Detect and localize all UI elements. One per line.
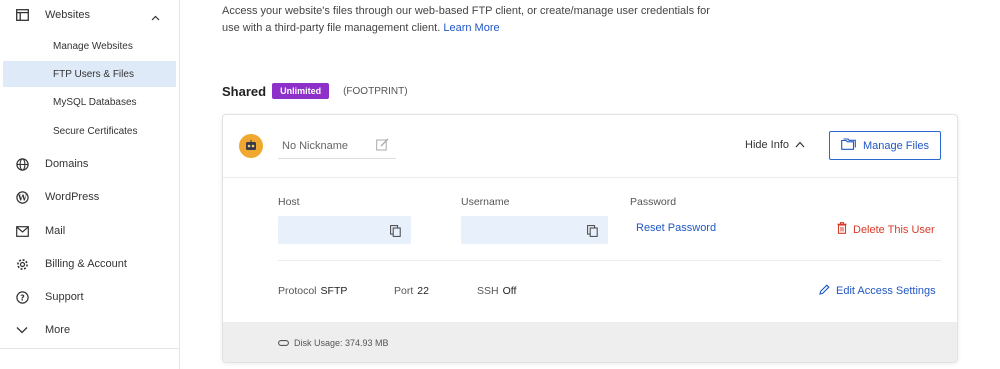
sidebar-item-label: Websites	[45, 9, 91, 21]
reset-password-link[interactable]: Reset Password	[636, 222, 716, 234]
sidebar-subitem-label: Manage Websites	[53, 40, 133, 52]
copy-icon[interactable]	[587, 224, 598, 242]
sidebar-item-billing[interactable]: Billing & Account	[0, 249, 179, 279]
sidebar-subitem-ftp-users[interactable]: FTP Users & Files	[3, 61, 176, 87]
nickname-placeholder: No Nickname	[282, 139, 349, 152]
sidebar-item-more[interactable]: More	[0, 315, 179, 345]
avatar	[239, 134, 263, 158]
sidebar-subitem-label: MySQL Databases	[53, 96, 137, 108]
sidebar-item-label: More	[45, 324, 71, 336]
sidebar-item-label: WordPress	[45, 191, 100, 203]
section-divider	[278, 260, 941, 261]
protocol-label: Protocol	[278, 285, 317, 297]
delete-user-label: Delete This User	[853, 223, 935, 236]
hide-info-toggle[interactable]: Hide Info	[745, 139, 805, 151]
sidebar-subitem-label: Secure Certificates	[53, 125, 138, 137]
gear-icon	[15, 257, 29, 271]
disk-icon	[278, 338, 289, 348]
hide-info-label: Hide Info	[745, 139, 790, 151]
port-value: 22	[417, 285, 429, 297]
sidebar-subitem-label: FTP Users & Files	[53, 68, 134, 80]
svg-text:W: W	[17, 192, 28, 202]
sidebar-item-mail[interactable]: Mail	[0, 216, 179, 246]
plan-title: Shared	[222, 83, 267, 99]
chevron-down-icon	[15, 323, 29, 337]
card-footer: Disk Usage: 374.93 MB	[223, 322, 957, 362]
port-info: Port 22	[394, 285, 429, 297]
svg-text:?: ?	[20, 293, 25, 302]
ssh-label: SSH	[477, 285, 499, 297]
sidebar-item-support[interactable]: ? Support	[0, 282, 179, 312]
wordpress-icon: W	[15, 190, 29, 204]
edit-icon[interactable]	[376, 138, 389, 156]
delete-user-button[interactable]: Delete This User	[837, 222, 935, 237]
mail-icon	[15, 224, 29, 238]
learn-more-link[interactable]: Learn More	[443, 22, 499, 34]
ssh-info: SSH Off	[477, 285, 516, 297]
disk-usage: Disk Usage: 374.93 MB	[278, 338, 389, 348]
protocol-info: Protocol SFTP	[278, 285, 347, 297]
chevron-up-icon	[795, 139, 805, 151]
ftp-user-card: No Nickname Hide Info Manage Files Host …	[222, 114, 958, 363]
disk-usage-label: Disk Usage: 374.93 MB	[294, 338, 389, 348]
sidebar-divider	[0, 348, 179, 349]
intro-text: Access your website's files through our …	[222, 3, 722, 37]
card-header: No Nickname Hide Info Manage Files	[223, 115, 957, 178]
globe-icon	[15, 157, 29, 171]
folder-icon	[841, 138, 856, 153]
edit-access-label: Edit Access Settings	[836, 285, 936, 297]
username-field[interactable]	[461, 216, 608, 244]
host-field[interactable]	[278, 216, 411, 244]
sidebar-item-domains[interactable]: Domains	[0, 149, 179, 179]
port-label: Port	[394, 285, 414, 297]
protocol-value: SFTP	[320, 285, 348, 297]
plan-badge: Unlimited	[272, 83, 330, 99]
host-label: Host	[278, 196, 300, 208]
trash-icon	[837, 222, 847, 237]
sidebar-item-wordpress[interactable]: W WordPress	[0, 182, 179, 212]
password-label: Password	[630, 196, 677, 208]
manage-files-label: Manage Files	[862, 139, 930, 152]
websites-icon	[15, 8, 29, 22]
sidebar-item-label: Support	[45, 291, 84, 303]
chevron-up-icon[interactable]	[151, 12, 160, 24]
plan-name: (FOOTPRINT)	[343, 85, 408, 97]
sidebar-item-label: Domains	[45, 158, 89, 170]
sidebar-item-label: Mail	[45, 225, 66, 237]
sidebar: Websites Manage Websites FTP Users & Fil…	[0, 0, 180, 369]
help-icon: ?	[15, 290, 29, 304]
copy-icon[interactable]	[390, 224, 401, 242]
sidebar-item-label: Billing & Account	[45, 258, 127, 270]
ssh-value: Off	[502, 285, 517, 297]
manage-files-button[interactable]: Manage Files	[829, 131, 941, 160]
sidebar-item-websites[interactable]: Websites	[0, 0, 179, 30]
sidebar-subitem-certificates[interactable]: Secure Certificates	[3, 118, 176, 144]
sidebar-subitem-mysql[interactable]: MySQL Databases	[3, 89, 176, 115]
username-label: Username	[461, 196, 510, 208]
sidebar-subitem-manage-websites[interactable]: Manage Websites	[3, 33, 176, 59]
pencil-icon	[819, 284, 830, 298]
plan-header: Shared Unlimited (FOOTPRINT)	[222, 82, 408, 100]
edit-access-settings-link[interactable]: Edit Access Settings	[819, 284, 936, 298]
